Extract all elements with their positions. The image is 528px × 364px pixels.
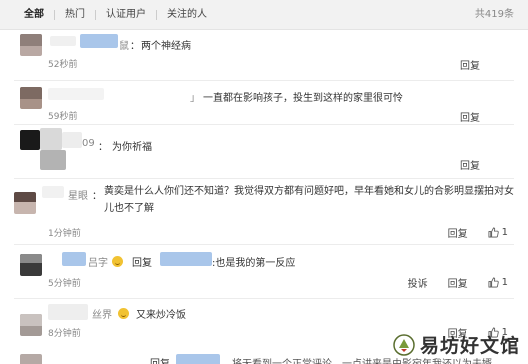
like-button[interactable]: 1 <box>488 227 508 238</box>
blurred-username <box>80 34 118 48</box>
comment-time: 1分钟前 <box>48 229 81 239</box>
reply-prefix: 回复 <box>150 355 170 364</box>
blurred-username <box>50 36 76 46</box>
comment-text: :也是我的第一反应 <box>212 258 296 269</box>
complain-button[interactable]: 投诉 <box>408 275 428 290</box>
emoji-icon <box>118 308 129 319</box>
avatar[interactable] <box>14 192 36 214</box>
blurred-username <box>48 88 104 100</box>
avatar[interactable] <box>20 87 42 109</box>
divider <box>14 178 514 179</box>
comment-actions: 回复 1 <box>448 225 508 240</box>
comment-author[interactable]: 星眼 <box>68 187 88 202</box>
blurred-block <box>40 150 66 170</box>
blurred-mention <box>176 354 220 364</box>
divider <box>14 298 514 299</box>
comment-text: 为你祈福 <box>112 142 152 153</box>
tab-hot[interactable]: 热门 <box>55 0 95 30</box>
blurred-mention <box>160 252 212 266</box>
reply-prefix: 回复 <box>132 258 152 269</box>
comment-page: 全部 热门 认证用户 关注的人 共419条 鼠 ： 两个神经病 52秒前 回复 … <box>0 0 528 364</box>
reply-button[interactable]: 回复 <box>448 275 468 290</box>
comment-time: 59秒前 <box>48 112 78 122</box>
comment-author[interactable]: 09 <box>82 138 95 149</box>
watermark: 易坊好文馆 <box>393 331 520 358</box>
comment-text: 又来炒冷饭 <box>136 310 186 321</box>
comment-item: 09 ： 为你祈福 回复 <box>0 126 528 176</box>
avatar[interactable] <box>20 254 42 276</box>
comment-separator: ： <box>92 191 102 202</box>
comment-item: 鼠 ： 两个神经病 52秒前 回复 <box>0 30 528 78</box>
avatar[interactable] <box>20 354 42 364</box>
comment-actions: 回复 <box>460 109 480 124</box>
divider <box>14 244 514 245</box>
comment-item: 星眼 ： 黄奕是什么人你们还不知道？我觉得双方都有问题好吧，早年看她和女儿的合影… <box>0 180 528 242</box>
avatar[interactable] <box>20 34 42 56</box>
comment-author[interactable]: 鼠 <box>119 37 129 52</box>
comment-time: 8分钟前 <box>48 329 81 339</box>
blurred-avatar <box>40 128 62 150</box>
watermark-text: 易坊好文馆 <box>419 335 520 357</box>
avatar[interactable] <box>20 314 42 336</box>
tab-verified[interactable]: 认证用户 <box>96 0 156 30</box>
comment-text: 黄奕是什么人你们还不知道？我觉得双方都有问题好吧，早年看她和女儿的合影明显摆拍对… <box>104 186 514 214</box>
reply-button[interactable]: 回复 <box>460 157 480 172</box>
divider <box>14 124 514 125</box>
comment-author[interactable]: 丝界 <box>92 306 112 321</box>
like-count: 1 <box>501 277 508 288</box>
blurred-username <box>62 132 82 148</box>
comment-actions: 投诉 回复 1 <box>408 275 508 290</box>
reply-button[interactable]: 回复 <box>460 57 480 72</box>
comment-item: 吕字 回复 :也是我的第一反应 5分钟前 投诉 回复 1 <box>0 246 528 296</box>
thumbs-up-icon <box>488 227 499 238</box>
comment-text: 两个神经病 <box>141 41 191 52</box>
comment-time: 5分钟前 <box>48 279 81 289</box>
blurred-username <box>42 186 64 198</box>
comment-separator: ： <box>130 41 140 52</box>
like-button[interactable]: 1 <box>488 277 508 288</box>
comment-count: 共419条 <box>474 9 514 20</box>
tab-following[interactable]: 关注的人 <box>157 0 217 30</box>
comment-time: 52秒前 <box>48 60 78 70</box>
thumbs-up-icon <box>488 277 499 288</box>
divider <box>14 80 514 81</box>
tab-all[interactable]: 全部 <box>0 0 54 30</box>
comment-text: 一直都在影响孩子，投生到这样的家里很可怜 <box>203 93 403 104</box>
comment-item: 」 一直都在影响孩子，投生到这样的家里很可怜 59秒前 回复 <box>0 82 528 124</box>
blurred-username <box>48 304 88 320</box>
comment-actions: 回复 <box>460 57 480 72</box>
comment-author[interactable]: 」 <box>190 89 200 104</box>
emoji-icon <box>112 256 123 267</box>
comment-actions: 回复 <box>460 157 480 172</box>
reply-button[interactable]: 回复 <box>448 225 468 240</box>
comment-author[interactable]: 吕字 <box>88 254 108 269</box>
comment-filter-bar: 全部 热门 认证用户 关注的人 共419条 <box>0 0 528 30</box>
like-count: 1 <box>501 227 508 238</box>
watermark-logo-icon <box>393 333 415 356</box>
comment-separator: ： <box>98 142 108 153</box>
reply-button[interactable]: 回复 <box>460 109 480 124</box>
avatar[interactable] <box>20 130 40 150</box>
blurred-username <box>62 252 86 266</box>
